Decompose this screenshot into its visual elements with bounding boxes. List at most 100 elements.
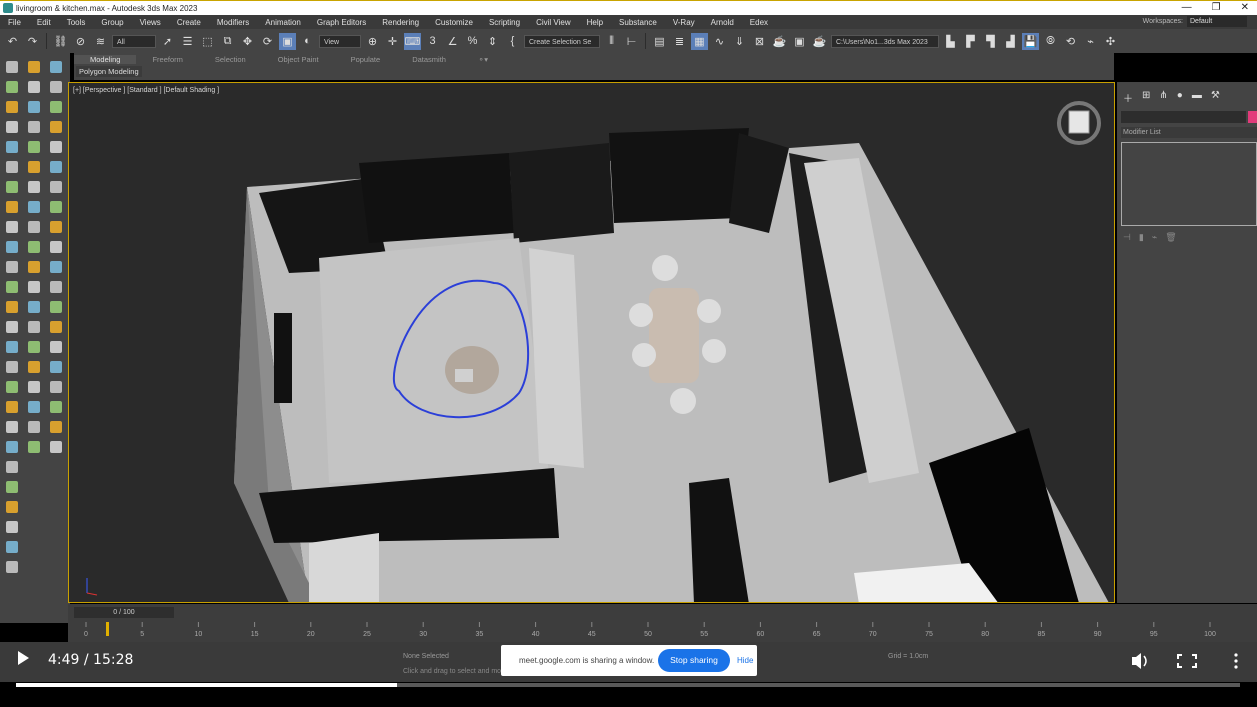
time-slider[interactable]: 0 / 100 <box>74 607 174 618</box>
toolbox-tool-icon[interactable] <box>28 341 40 353</box>
toolbox-tool-icon[interactable] <box>50 381 62 393</box>
modifier-stack[interactable] <box>1121 142 1257 226</box>
tab-modeling[interactable]: Modeling <box>74 54 137 64</box>
menu-civil-view[interactable]: Civil View <box>528 18 579 27</box>
toolbox-tool-icon[interactable] <box>50 321 62 333</box>
link-icon[interactable]: ⛓ <box>52 33 69 50</box>
ribbon-toggle-icon[interactable]: ▦ <box>691 32 708 50</box>
scale-icon[interactable]: ▣ <box>279 32 296 50</box>
toolbox-tool-icon[interactable] <box>6 341 18 353</box>
menu-animation[interactable]: Animation <box>257 18 309 27</box>
toolbox-tool-icon[interactable] <box>28 281 40 293</box>
material-editor-icon[interactable]: ⊠ <box>751 33 768 50</box>
toolbox-tool-icon[interactable] <box>50 441 62 453</box>
angle-snap-icon[interactable]: ∠ <box>444 33 461 50</box>
project-folder-dropdown[interactable]: C:\Users\No1...3ds Max 2023 <box>831 34 939 48</box>
bind-spacewarp-icon[interactable]: ≋ <box>92 33 109 50</box>
toolbox-tool-icon[interactable] <box>28 161 40 173</box>
menu-tools[interactable]: Tools <box>59 18 94 27</box>
toolbox-tool-icon[interactable] <box>28 61 40 73</box>
window-crossing-icon[interactable]: ⧉ <box>219 33 236 50</box>
named-selection-dropdown[interactable]: Create Selection Se <box>524 34 600 48</box>
move-icon[interactable]: ✥ <box>239 33 256 50</box>
make-unique-icon[interactable]: ⌁ <box>1152 232 1157 243</box>
menu-views[interactable]: Views <box>132 18 169 27</box>
toolbox-tool-icon[interactable] <box>6 281 18 293</box>
toolbox-tool-icon[interactable] <box>50 241 62 253</box>
create-tab-icon[interactable]: ＋ <box>1123 90 1133 105</box>
menu-file[interactable]: File <box>0 18 29 27</box>
current-frame-marker[interactable] <box>106 622 109 636</box>
select-by-name-icon[interactable]: ☰ <box>179 33 196 50</box>
schematic-view-icon[interactable]: ⇓ <box>731 33 748 50</box>
toolbox-tool-icon[interactable] <box>50 121 62 133</box>
toolbox-tool-icon[interactable] <box>50 181 62 193</box>
toolbox-tool-icon[interactable] <box>28 321 40 333</box>
rendered-frame-icon[interactable]: ▣ <box>791 33 808 50</box>
video-progress-bar[interactable] <box>16 683 1240 687</box>
toolbox-tool-icon[interactable] <box>50 281 62 293</box>
select-manipulate-icon[interactable]: ✛ <box>384 33 401 50</box>
toolbox-tool-icon[interactable] <box>28 241 40 253</box>
menu-create[interactable]: Create <box>169 18 209 27</box>
hide-button[interactable]: Hide <box>737 656 753 665</box>
toolbox-tool-icon[interactable] <box>6 181 18 193</box>
toolbox-tool-icon[interactable] <box>6 481 18 493</box>
toolbox-tool-icon[interactable] <box>50 361 62 373</box>
vray-icon[interactable]: ⦾ <box>1042 33 1059 50</box>
toolbox-tool-icon[interactable] <box>6 541 18 553</box>
menu-rendering[interactable]: Rendering <box>374 18 427 27</box>
track-bar[interactable]: 0 5 10 15 20 25 30 35 40 45 50 55 60 65 70 75 80 85 90 95 10… <box>78 622 1228 640</box>
toolbox-tool-icon[interactable] <box>6 161 18 173</box>
pin-stack-icon[interactable]: ⊣ <box>1123 232 1131 243</box>
toolbox-tool-icon[interactable] <box>6 61 18 73</box>
toolbox-tool-icon[interactable] <box>6 361 18 373</box>
pivot-center-icon[interactable]: ⊕ <box>364 33 381 50</box>
toolbox-tool-icon[interactable] <box>6 441 18 453</box>
open-explorer-icon[interactable]: ▙ <box>942 33 959 50</box>
toolbox-tool-icon[interactable] <box>50 421 62 433</box>
align-icon[interactable]: ⊢ <box>623 33 640 50</box>
restore-button[interactable]: ❐ <box>1212 1 1221 15</box>
unlink-tool-icon[interactable]: ✣ <box>1102 33 1119 50</box>
menu-scripting[interactable]: Scripting <box>481 18 528 27</box>
percent-snap-icon[interactable]: % <box>464 33 481 50</box>
toolbox-tool-icon[interactable] <box>28 81 40 93</box>
select-object-icon[interactable]: ➚ <box>159 33 176 50</box>
toolbox-tool-icon[interactable] <box>6 421 18 433</box>
toolbox-tool-icon[interactable] <box>50 81 62 93</box>
render-icon[interactable]: ☕ <box>811 33 828 50</box>
toolbox-tool-icon[interactable] <box>50 101 62 113</box>
motion-tab-icon[interactable]: ● <box>1177 90 1183 105</box>
mirror-icon[interactable]: ⫴ <box>603 33 620 50</box>
toolbox-tool-icon[interactable] <box>50 141 62 153</box>
rect-selection-icon[interactable]: ⬚ <box>199 33 216 50</box>
toolbox-tool-icon[interactable] <box>50 61 62 73</box>
stop-sharing-button[interactable]: Stop sharing <box>658 649 730 672</box>
toolbox-tool-icon[interactable] <box>28 141 40 153</box>
layer-explorer-icon[interactable]: ≣ <box>671 33 688 50</box>
modifier-list-dropdown[interactable]: Modifier List <box>1121 127 1257 138</box>
toolbox-tool-icon[interactable] <box>28 201 40 213</box>
toolbox-tool-icon[interactable] <box>28 101 40 113</box>
close-button[interactable]: ✕ <box>1241 1 1249 15</box>
tab-object-paint[interactable]: Object Paint <box>262 55 335 64</box>
toolbox-tool-icon[interactable] <box>6 101 18 113</box>
display-tab-icon[interactable]: ▬ <box>1192 90 1202 105</box>
more-options-icon[interactable] <box>1234 653 1238 669</box>
menu-modifiers[interactable]: Modifiers <box>209 18 257 27</box>
placement-icon[interactable]: ◐ <box>299 33 316 50</box>
toolbox-tool-icon[interactable] <box>6 461 18 473</box>
toolbox-tool-icon[interactable] <box>28 361 40 373</box>
toolbox-tool-icon[interactable] <box>50 401 62 413</box>
toolbox-tool-icon[interactable] <box>6 401 18 413</box>
volume-icon[interactable] <box>1132 653 1147 669</box>
redo-icon[interactable]: ↷ <box>24 33 41 50</box>
hierarchy-tab-icon[interactable]: ⋔ <box>1159 90 1167 105</box>
toolbox-tool-icon[interactable] <box>28 381 40 393</box>
curve-editor-icon[interactable]: ∿ <box>711 33 728 50</box>
toolbox-tool-icon[interactable] <box>28 261 40 273</box>
toolbox-tool-icon[interactable] <box>6 381 18 393</box>
fullscreen-icon[interactable] <box>1177 654 1197 668</box>
rotate-icon[interactable]: ⟳ <box>259 33 276 50</box>
